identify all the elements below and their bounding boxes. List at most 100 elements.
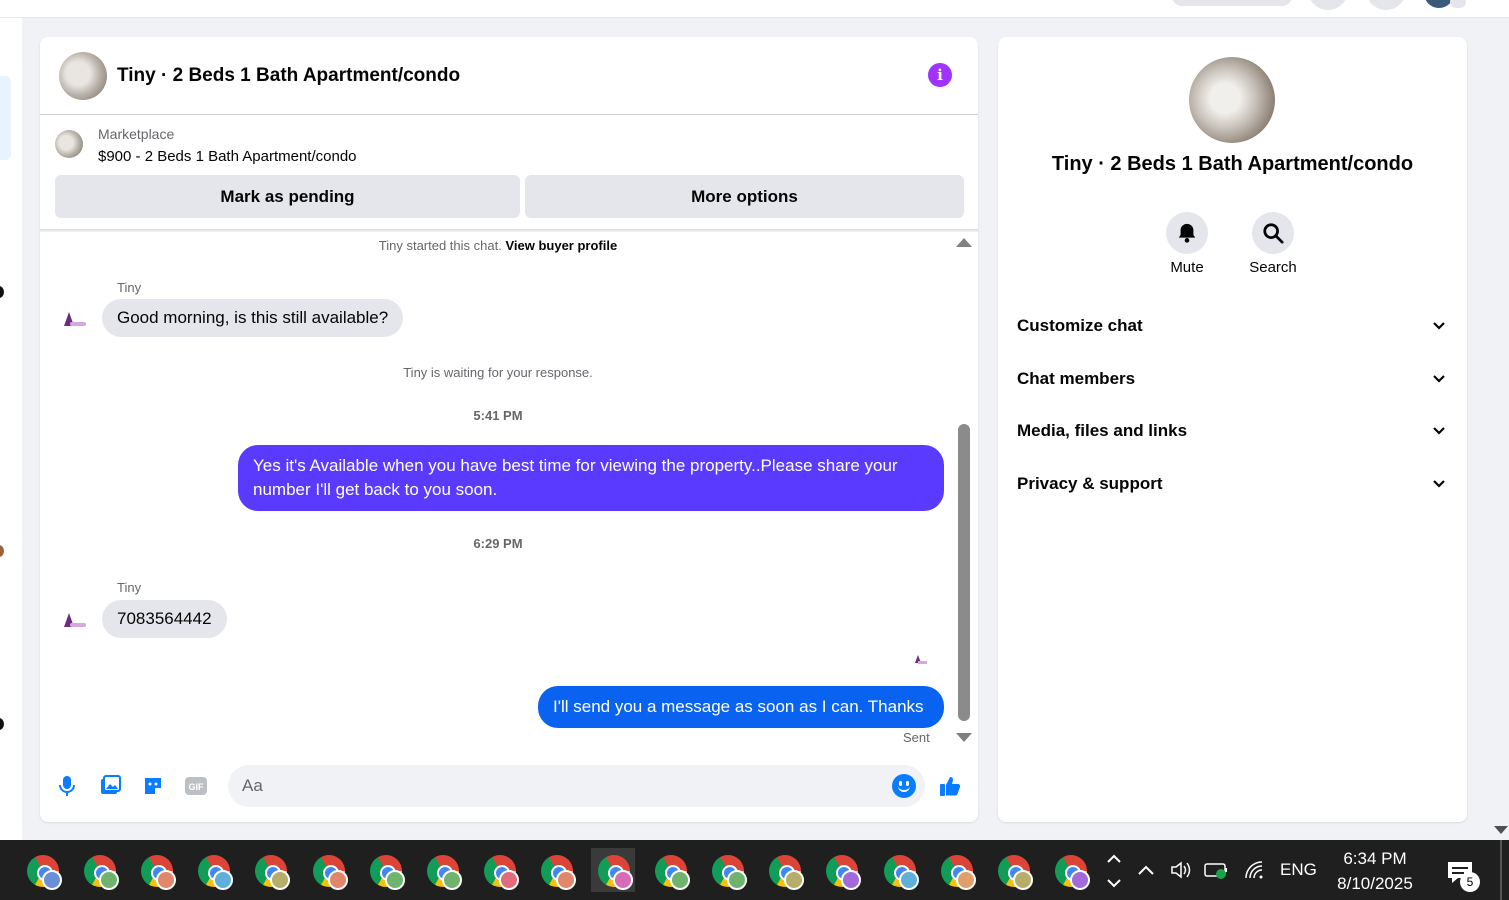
thumbs-up-icon[interactable] (938, 774, 962, 798)
chevron-down-icon (1433, 322, 1445, 330)
section-media-files-links[interactable]: Media, files and links (1017, 417, 1449, 447)
taskbar-chrome-app[interactable] (191, 848, 235, 892)
taskbar-chrome-app[interactable] (991, 848, 1035, 892)
section-label: Privacy & support (1017, 474, 1163, 493)
message-list: Tiny started this chat. View buyer profi… (40, 232, 978, 752)
taskbar-chrome-app[interactable] (77, 848, 121, 892)
page-scroll-down-arrow[interactable] (1494, 826, 1508, 834)
mute-button[interactable]: Mute (1152, 212, 1222, 276)
taskbar-chrome-app[interactable] (762, 848, 806, 892)
taskbar-chrome-app[interactable] (306, 848, 350, 892)
speaker-icon[interactable] (1170, 860, 1192, 880)
taskbar-chrome-app[interactable] (534, 848, 578, 892)
profile-badge-icon (1069, 870, 1090, 890)
more-options-button[interactable]: More options (525, 175, 964, 218)
sent-status: Sent (903, 730, 930, 745)
listing-thumbnail (55, 130, 83, 158)
profile-badge-icon (498, 870, 519, 890)
view-buyer-profile-link[interactable]: View buyer profile (505, 238, 617, 253)
account-chevron-icon[interactable] (1450, 0, 1466, 8)
incoming-message[interactable]: Good morning, is this still available? (102, 299, 404, 337)
incoming-message[interactable]: 7083564442 (102, 600, 227, 638)
profile-badge-icon (327, 870, 348, 890)
info-icon[interactable]: i (928, 63, 952, 87)
section-chat-members[interactable]: Chat members (1017, 365, 1449, 395)
chevron-down-icon (1433, 375, 1445, 383)
chat-title[interactable]: Tiny · 2 Beds 1 Bath Apartment/condo (117, 65, 460, 87)
chat-list-avatar[interactable] (0, 286, 4, 298)
details-panel: Tiny · 2 Beds 1 Bath Apartment/condo Mut… (998, 37, 1467, 822)
section-label: Media, files and links (1017, 421, 1188, 440)
profile-badge-icon (384, 870, 405, 890)
timestamp: 6:29 PM (473, 536, 523, 551)
taskbar-chrome-app[interactable] (1048, 848, 1092, 892)
microphone-icon[interactable] (55, 774, 79, 798)
waiting-notice: Tiny is waiting for your response. (403, 365, 593, 380)
battery-icon[interactable] (1204, 860, 1230, 880)
profile-badge-icon (841, 870, 862, 890)
marketplace-label: Marketplace (98, 126, 175, 142)
sender-avatar[interactable] (60, 306, 88, 334)
mark-as-pending-button[interactable]: Mark as pending (55, 175, 520, 218)
taskbar-chrome-app[interactable] (134, 848, 178, 892)
taskbar-chrome-app[interactable] (934, 848, 978, 892)
taskbar-chrome-app[interactable] (420, 848, 464, 892)
profile-badge-icon (670, 870, 691, 890)
taskbar-scroll-arrows[interactable] (1104, 848, 1124, 898)
scroll-up-arrow[interactable] (956, 238, 972, 247)
chat-list-strip (0, 18, 22, 840)
section-customize-chat[interactable]: Customize chat (1017, 312, 1449, 342)
search-button[interactable]: Search (1238, 212, 1308, 276)
section-privacy-support[interactable]: Privacy & support (1017, 470, 1449, 500)
timestamp: 5:41 PM (473, 408, 523, 423)
taskbar-chrome-app[interactable] (477, 848, 521, 892)
wifi-icon[interactable] (1244, 860, 1266, 880)
profile-badge-icon (898, 870, 919, 890)
scroll-down-arrow[interactable] (956, 733, 972, 742)
clock[interactable]: 6:34 PM 8/10/2025 (1320, 846, 1430, 896)
outgoing-message[interactable]: Yes it's Available when you have best ti… (238, 445, 944, 511)
photo-icon[interactable] (98, 774, 122, 798)
chat-started-notice: Tiny started this chat. View buyer profi… (40, 238, 956, 253)
chat-avatar[interactable] (59, 52, 107, 100)
scrollbar-thumb[interactable] (958, 424, 970, 721)
selected-chat-indicator[interactable] (0, 76, 11, 160)
composer: GIF (40, 759, 978, 815)
taskbar-chrome-app[interactable] (248, 848, 292, 892)
taskbar-chrome-app[interactable] (877, 848, 921, 892)
messenger-button[interactable] (1366, 0, 1406, 10)
search-label: Search (1249, 259, 1297, 276)
message-input[interactable] (228, 765, 925, 807)
profile-badge-icon (555, 870, 576, 890)
details-avatar[interactable] (1189, 57, 1275, 143)
taskbar-chrome-app[interactable] (819, 848, 863, 892)
sticker-icon[interactable] (141, 774, 165, 798)
taskbar-chrome-app[interactable] (648, 848, 692, 892)
profile-badge-icon (613, 870, 633, 890)
marketplace-listing[interactable]: Marketplace $900 - 2 Beds 1 Bath Apartme… (40, 116, 978, 176)
section-label: Chat members (1017, 369, 1136, 388)
profile-badge-icon (955, 870, 976, 890)
sender-name: Tiny (117, 280, 142, 295)
menu-button[interactable] (1308, 0, 1348, 10)
outgoing-message[interactable]: I'll send you a message as soon as I can… (538, 686, 944, 728)
gif-icon[interactable]: GIF (184, 774, 208, 798)
chat-list-avatar[interactable] (0, 545, 4, 557)
taskbar-scroll-icon[interactable] (1104, 848, 1124, 892)
top-search-pill[interactable] (1172, 0, 1292, 6)
language-indicator[interactable]: ENG (1280, 840, 1317, 900)
taskbar-chrome-app[interactable] (20, 848, 64, 892)
seen-avatar (913, 655, 929, 665)
show-desktop-button[interactable] (1500, 840, 1502, 900)
profile-badge-icon (99, 870, 120, 890)
sender-avatar[interactable] (60, 607, 88, 635)
bell-icon (1178, 223, 1196, 243)
chat-list-avatar[interactable] (0, 718, 4, 730)
chat-panel: Tiny · 2 Beds 1 Bath Apartment/condo i M… (40, 37, 978, 822)
mute-label: Mute (1170, 259, 1204, 276)
taskbar-chrome-app[interactable] (591, 848, 635, 892)
emoji-icon[interactable] (892, 774, 916, 798)
chevron-up-icon[interactable] (1136, 862, 1156, 878)
taskbar-chrome-app[interactable] (705, 848, 749, 892)
taskbar-chrome-app[interactable] (363, 848, 407, 892)
